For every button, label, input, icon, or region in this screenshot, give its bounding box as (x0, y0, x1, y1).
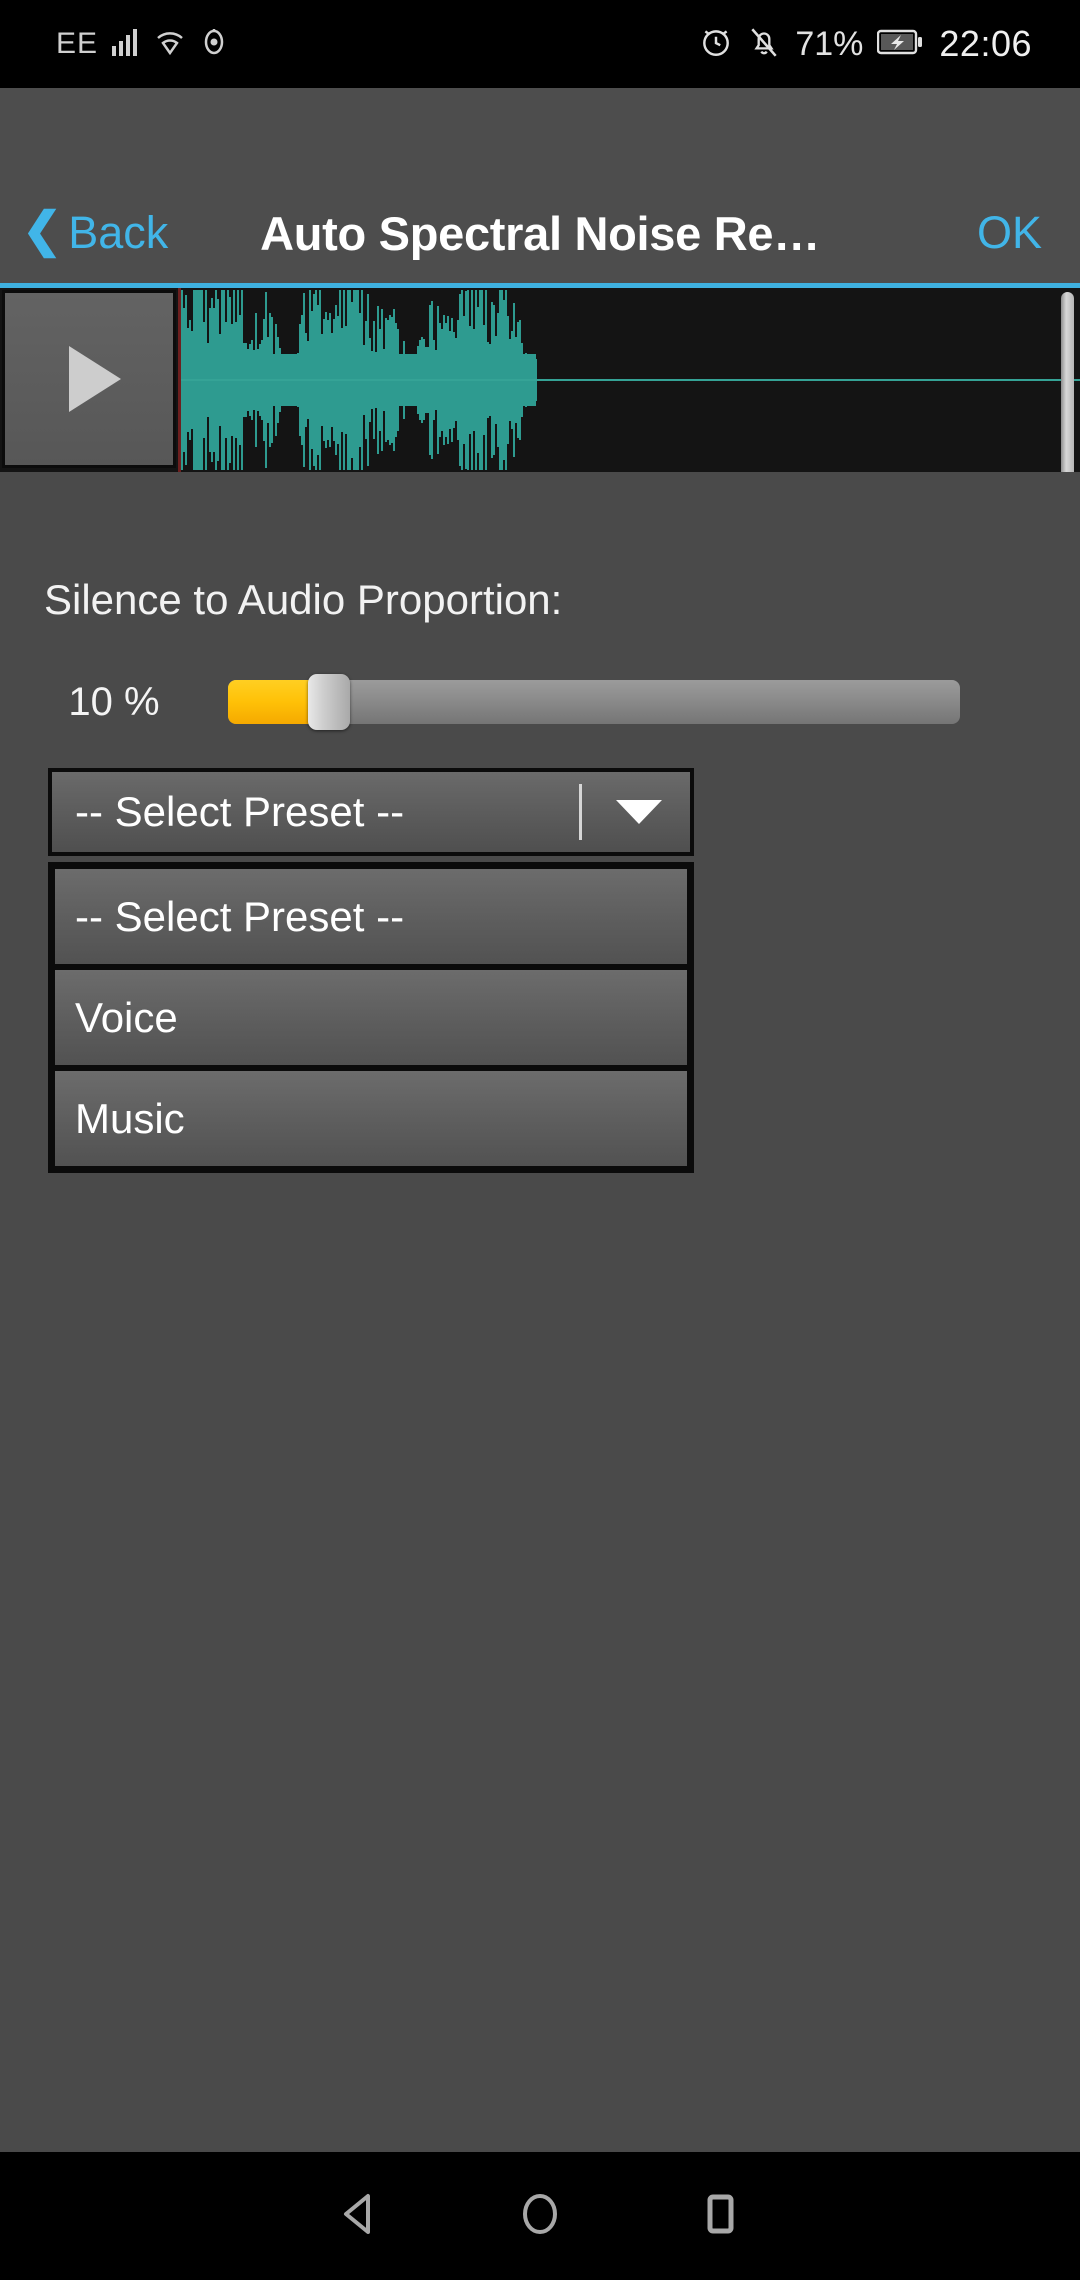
bell-muted-icon (747, 25, 781, 64)
slider-value-label: 10 % (68, 679, 160, 724)
slider-fill (228, 680, 320, 724)
signal-bars-icon (110, 26, 142, 63)
ok-button[interactable]: OK (977, 207, 1042, 259)
carrier-label: EE (56, 27, 99, 60)
status-bar-right: 71% 22:06 (699, 23, 1080, 65)
wifi-icon (154, 26, 186, 63)
phone-screen: EE 71% 22:06 ❮ Back Auto Spectral Noise … (0, 0, 1080, 2280)
back-button-label: Back (68, 207, 169, 258)
header-row: ❮ Back Auto Spectral Noise Re… OK (0, 183, 1080, 283)
preset-option-0[interactable]: -- Select Preset -- (52, 866, 690, 967)
nav-back-icon (330, 2184, 390, 2249)
slider-label: Silence to Audio Proportion: (44, 576, 563, 623)
nav-home-icon (510, 2184, 570, 2249)
spinner-divider (579, 784, 582, 840)
android-nav-bar (0, 2152, 1080, 2280)
play-icon (69, 346, 121, 412)
slider-row: 10 % (0, 654, 1030, 750)
preset-spinner-label: -- Select Preset -- (75, 788, 405, 835)
preset-options-list: -- Select Preset -- Voice Music (48, 862, 694, 1173)
preset-option-2[interactable]: Music (52, 1068, 690, 1169)
slider-thumb[interactable] (308, 674, 350, 730)
settings-content: Silence to Audio Proportion: 10 % -- Sel… (0, 472, 1080, 2152)
battery-charging-icon (877, 28, 925, 61)
preset-option-label: Music (75, 1094, 185, 1142)
eye-icon (198, 26, 230, 63)
slider-control[interactable] (228, 674, 960, 730)
preset-option-label: -- Select Preset -- (75, 892, 405, 940)
app-header: ❮ Back Auto Spectral Noise Re… OK (0, 88, 1080, 283)
alarm-clock-icon (699, 25, 733, 64)
battery-percent-label: 71% (795, 24, 864, 63)
chevron-down-icon (616, 800, 662, 824)
nav-home-button[interactable] (450, 2152, 630, 2280)
clock-label: 22:06 (939, 23, 1032, 64)
chevron-left-icon: ❮ (22, 204, 63, 257)
waveform-canvas[interactable] (181, 288, 1080, 472)
play-button[interactable] (2, 290, 176, 468)
preset-spinner[interactable]: -- Select Preset -- (48, 768, 694, 856)
preset-option-label: Voice (75, 993, 178, 1041)
waveform-center-line (181, 379, 1080, 381)
nav-recents-button[interactable] (630, 2152, 810, 2280)
status-bar-left: EE (0, 26, 230, 63)
preset-option-1[interactable]: Voice (52, 967, 690, 1068)
back-button[interactable]: ❮ Back (22, 207, 168, 259)
status-bar: EE 71% 22:06 (0, 0, 1080, 88)
waveform-panel[interactable] (0, 288, 1080, 472)
nav-recents-icon (690, 2184, 750, 2249)
nav-back-button[interactable] (270, 2152, 450, 2280)
